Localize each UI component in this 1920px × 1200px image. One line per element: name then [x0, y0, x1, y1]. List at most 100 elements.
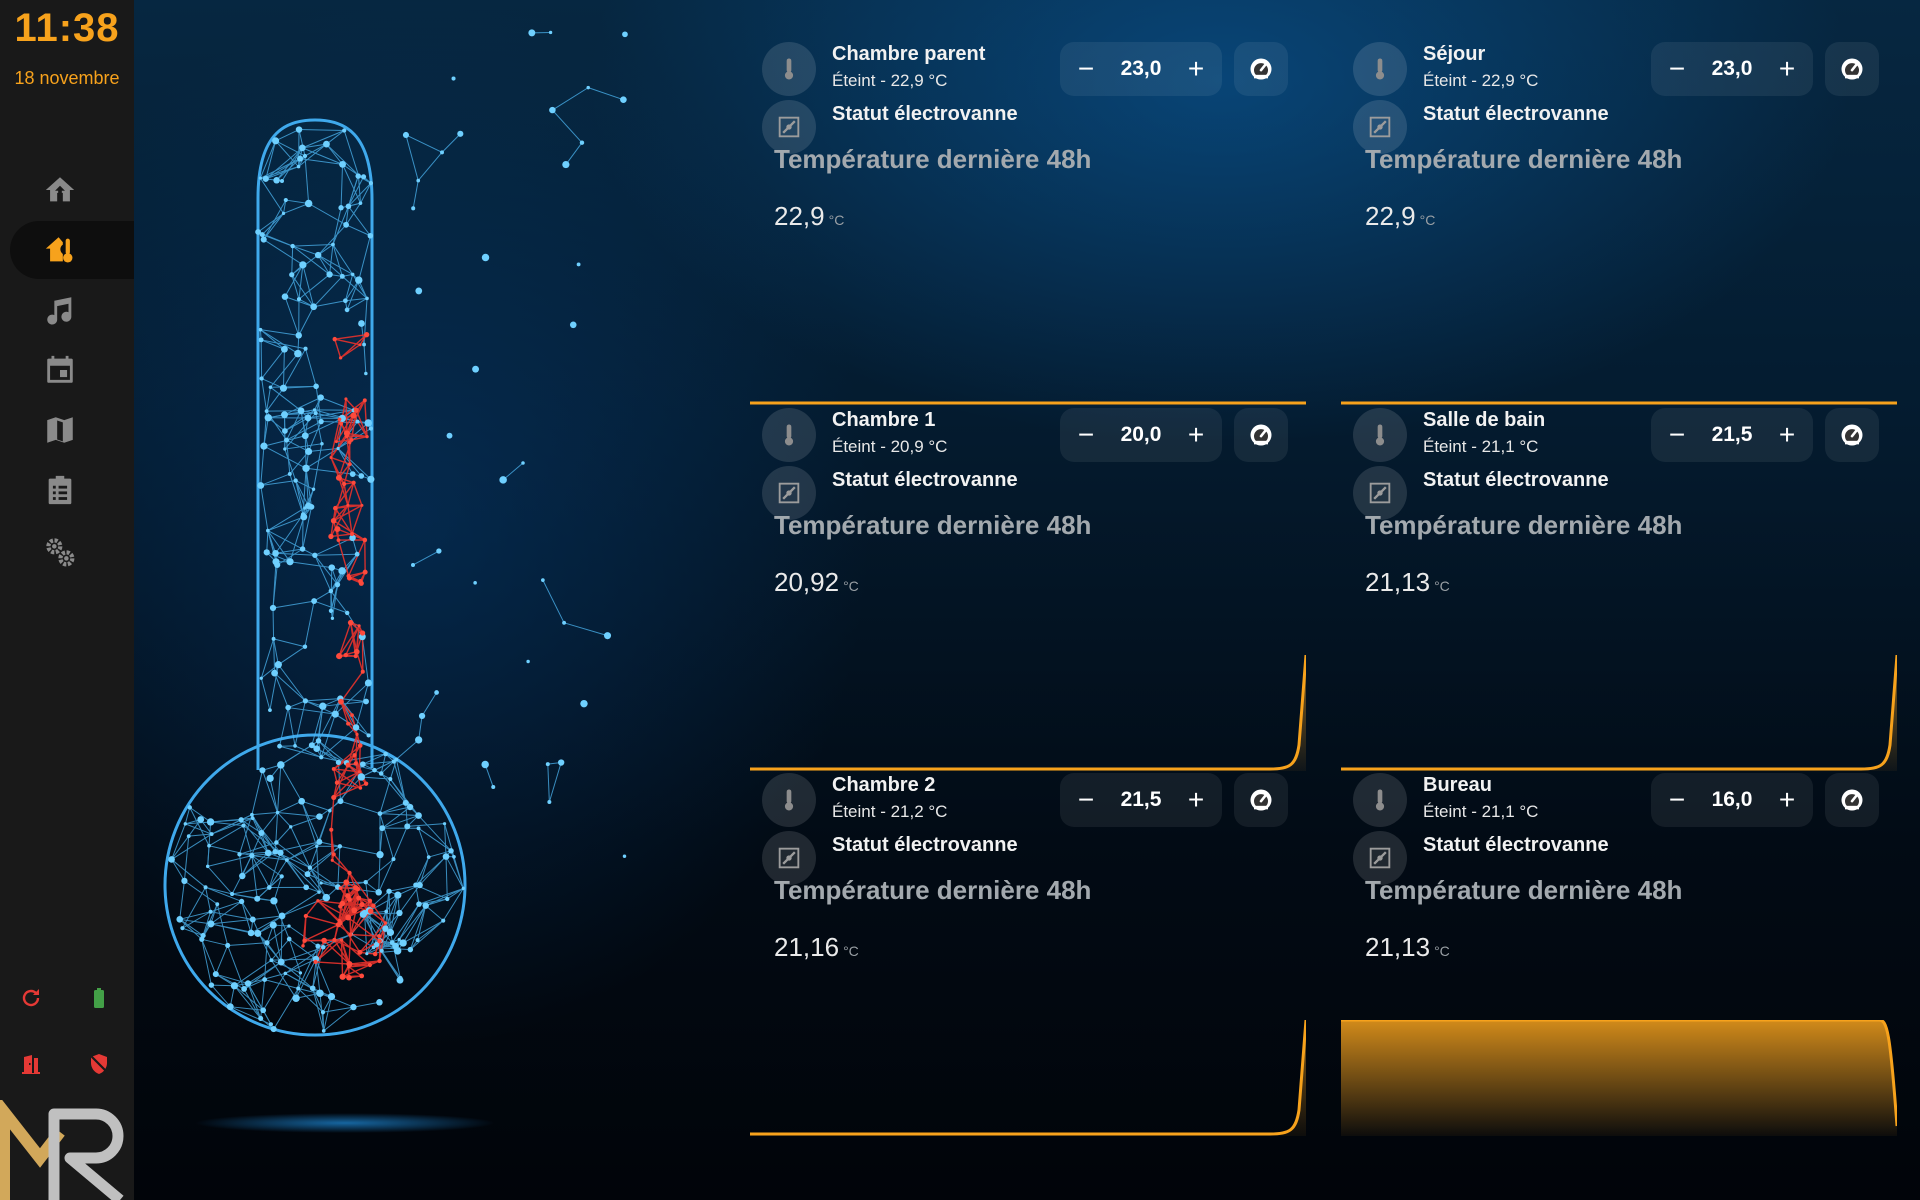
temperature-sparkline [750, 655, 1306, 771]
sparkline-line [750, 1020, 1306, 1136]
valve-status-label: Statut électrovanne [832, 834, 1018, 856]
sparkline-fill [750, 1020, 1306, 1136]
clock: 11:38 [14, 6, 120, 50]
valve-status-label: Statut électrovanne [1423, 834, 1609, 856]
sidebar: 11:38 18 novembre [0, 0, 134, 1200]
calendar-icon [47, 355, 73, 383]
room-name: Chambre parent [832, 43, 986, 65]
gauge-icon[interactable] [1234, 408, 1288, 462]
valve-status-label: Statut électrovanne [832, 469, 1018, 491]
room-name: Salle de bain [1423, 409, 1546, 431]
thermometer-icon[interactable] [762, 408, 816, 462]
thermometer-icon[interactable] [1353, 42, 1407, 96]
door-open-icon [16, 1049, 46, 1079]
sparkline-line [750, 655, 1306, 771]
graph-value-number: 22,9 [1365, 201, 1416, 231]
setpoint-value: 21,5 [1711, 423, 1753, 446]
home-thermometer-icon [45, 237, 73, 263]
decrease-button[interactable]: − [1651, 42, 1703, 96]
thermometer-icon[interactable] [1353, 773, 1407, 827]
room-state: Éteint - 21,1 °C [1423, 802, 1539, 821]
cogs-icon [46, 538, 75, 567]
temperature-sparkline [1341, 655, 1897, 771]
graph-title: Température dernière 48h [1365, 510, 1683, 540]
room-state: Éteint - 22,9 °C [832, 71, 948, 90]
setpoint-value: 23,0 [1711, 57, 1753, 80]
setpoint-stepper: − 21,5 + [1060, 773, 1222, 827]
nav-item-settings[interactable] [10, 523, 134, 581]
graph-title: Température dernière 48h [774, 144, 1092, 174]
graph-unit: °C [828, 212, 845, 228]
nav-item-climate[interactable] [10, 221, 134, 279]
nav-item-home[interactable] [10, 161, 134, 219]
nav-item-music[interactable] [10, 281, 134, 339]
graph-value-number: 21,13 [1365, 567, 1431, 597]
gauge-icon[interactable] [1825, 408, 1879, 462]
decrease-button[interactable]: − [1651, 408, 1703, 462]
setpoint-stepper: − 16,0 + [1651, 773, 1813, 827]
graph-value: 22,9 °C [774, 201, 844, 232]
sparkline-fill [750, 655, 1306, 771]
decrease-button[interactable]: − [1060, 773, 1112, 827]
room-name: Chambre 1 [832, 409, 936, 431]
graph-unit: °C [843, 578, 859, 594]
setpoint-value: 21,5 [1120, 788, 1162, 811]
setpoint-stepper: − 20,0 + [1060, 408, 1222, 462]
gauge-icon[interactable] [1825, 42, 1879, 96]
graph-unit: °C [1419, 212, 1436, 228]
temperature-sparkline [750, 401, 1306, 405]
map-icon [47, 417, 73, 443]
thermometer-icon[interactable] [762, 42, 816, 96]
setpoint-value: 23,0 [1120, 57, 1162, 80]
shield-off-icon [84, 1049, 114, 1079]
refresh-icon[interactable] [16, 983, 46, 1013]
room-card-4: Salle de bain Éteint - 21,1 °C − 21,5 + … [1341, 397, 1897, 771]
room-card-1: Chambre parent Éteint - 22,9 °C − 23,0 +… [750, 31, 1306, 405]
increase-button[interactable]: + [1170, 773, 1222, 827]
gauge-icon[interactable] [1234, 42, 1288, 96]
increase-button[interactable]: + [1170, 42, 1222, 96]
graph-value-number: 20,92 [774, 567, 840, 597]
decrease-button[interactable]: − [1651, 773, 1703, 827]
graph-value-number: 21,16 [774, 932, 840, 962]
graph-title: Température dernière 48h [1365, 144, 1683, 174]
temperature-sparkline [1341, 1020, 1897, 1136]
thermometer-icon[interactable] [1353, 408, 1407, 462]
room-name: Bureau [1423, 774, 1492, 796]
nav-item-tasks[interactable] [10, 461, 134, 519]
decrease-button[interactable]: − [1060, 408, 1112, 462]
date: 18 novembre [14, 68, 120, 88]
increase-button[interactable]: + [1170, 408, 1222, 462]
sparkline-fill [1341, 655, 1897, 771]
increase-button[interactable]: + [1761, 773, 1813, 827]
sparkline-fill [1341, 1020, 1897, 1136]
nav-item-calendar[interactable] [10, 341, 134, 399]
decrease-button[interactable]: − [1060, 42, 1112, 96]
setpoint-stepper: − 23,0 + [1060, 42, 1222, 96]
graph-value: 21,13 °C [1365, 932, 1450, 963]
room-state: Éteint - 22,9 °C [1423, 71, 1539, 90]
graph-title: Température dernière 48h [774, 510, 1092, 540]
graph-unit: °C [843, 943, 859, 959]
mr-logo-icon [0, 1100, 124, 1200]
gauge-icon[interactable] [1234, 773, 1288, 827]
graph-value: 21,16 °C [774, 932, 859, 963]
valve-status-label: Statut électrovanne [1423, 469, 1609, 491]
graph-value: 20,92 °C [774, 567, 859, 598]
valve-status-label: Statut électrovanne [1423, 103, 1609, 125]
graph-value: 21,13 °C [1365, 567, 1450, 598]
room-card-5: Chambre 2 Éteint - 21,2 °C − 21,5 + Stat… [750, 762, 1306, 1136]
room-state: Éteint - 21,2 °C [832, 802, 948, 821]
temperature-sparkline [750, 1020, 1306, 1136]
graph-unit: °C [1434, 578, 1450, 594]
music-note-icon [47, 297, 72, 325]
thermometer-icon[interactable] [762, 773, 816, 827]
thermometer-illustration [163, 29, 628, 1133]
room-name: Chambre 2 [832, 774, 936, 796]
gauge-icon[interactable] [1825, 773, 1879, 827]
graph-value-number: 22,9 [774, 201, 825, 231]
increase-button[interactable]: + [1761, 408, 1813, 462]
increase-button[interactable]: + [1761, 42, 1813, 96]
nav-item-map[interactable] [10, 401, 134, 459]
room-state: Éteint - 20,9 °C [832, 437, 948, 456]
